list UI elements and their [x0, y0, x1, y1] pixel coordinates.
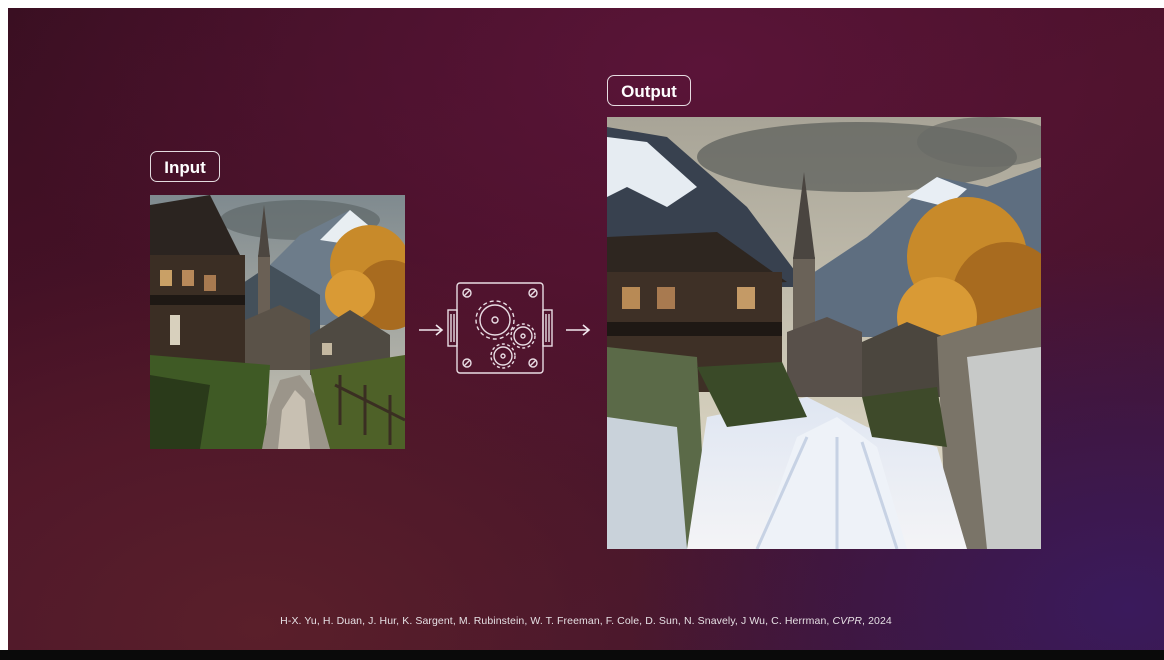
- input-label: Input: [150, 151, 220, 182]
- citation-venue: CVPR: [832, 615, 863, 627]
- output-label: Output: [607, 75, 691, 106]
- arrow-right-icon: [419, 324, 444, 336]
- input-image: [150, 195, 405, 449]
- citation-year: , 2024: [862, 615, 892, 627]
- output-image: [607, 117, 1041, 549]
- slide: Input Output H-X. Yu, H. Duan, J. Hur, K…: [8, 8, 1164, 650]
- citation: H-X. Yu, H. Duan, J. Hur, K. Sargent, M.…: [8, 615, 1164, 627]
- arrow-right-icon: [566, 324, 591, 336]
- bottom-bar: [0, 650, 1164, 660]
- citation-authors: H-X. Yu, H. Duan, J. Hur, K. Sargent, M.…: [280, 615, 830, 627]
- gears-machine-icon: [447, 282, 553, 374]
